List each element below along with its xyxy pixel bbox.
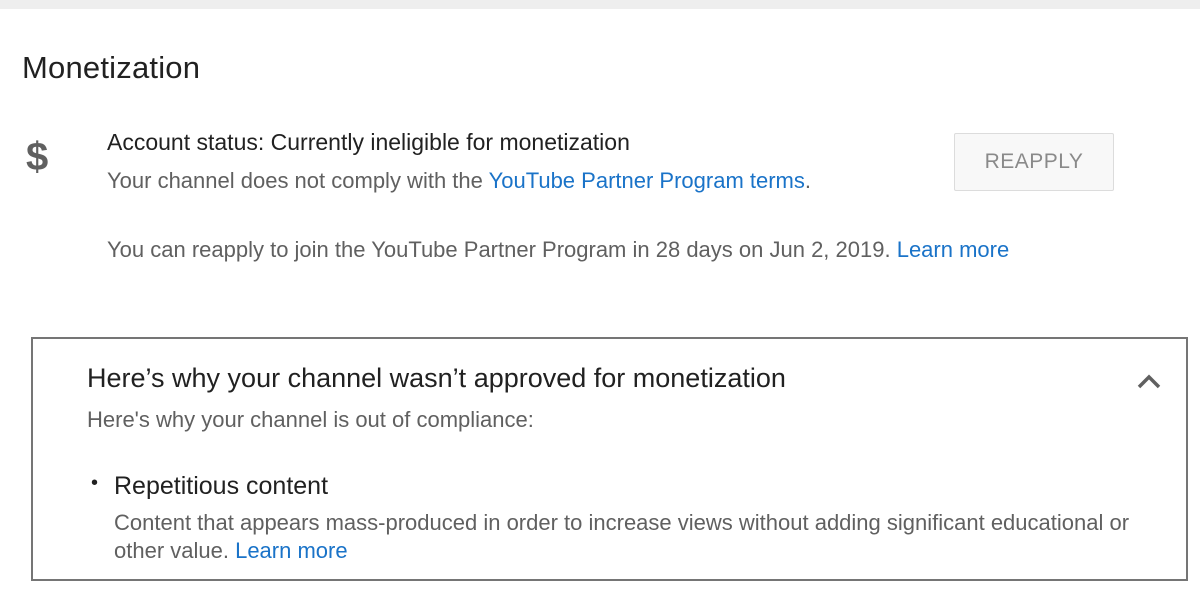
top-strip xyxy=(0,0,1200,9)
list-bullet: • xyxy=(91,472,99,494)
reapply-note-text: You can reapply to join the YouTube Part… xyxy=(107,237,897,262)
panel-heading: Here’s why your channel wasn’t approved … xyxy=(87,363,786,393)
page-title: Monetization xyxy=(22,50,201,85)
reapply-button[interactable]: REAPPLY xyxy=(954,133,1114,191)
reason-learn-more-link[interactable]: Learn more xyxy=(235,538,348,563)
compliance-prefix: Your channel does not comply with the xyxy=(107,168,489,193)
compliance-text: Your channel does not comply with the Yo… xyxy=(107,168,811,194)
dollar-icon: $ xyxy=(26,135,49,179)
rejection-reasons-panel: Here’s why your channel wasn’t approved … xyxy=(31,337,1188,581)
reapply-learn-more-link[interactable]: Learn more xyxy=(897,237,1010,262)
reapply-note: You can reapply to join the YouTube Part… xyxy=(107,237,1009,263)
panel-subheading: Here's why your channel is out of compli… xyxy=(87,407,534,432)
chevron-up-icon[interactable] xyxy=(1133,369,1165,393)
reason-description: Content that appears mass-produced in or… xyxy=(114,509,1184,565)
partner-program-terms-link[interactable]: YouTube Partner Program terms xyxy=(489,168,805,193)
reason-title: Repetitious content xyxy=(114,472,329,500)
account-status-text: Account status: Currently ineligible for… xyxy=(107,129,630,155)
compliance-suffix: . xyxy=(804,168,812,193)
